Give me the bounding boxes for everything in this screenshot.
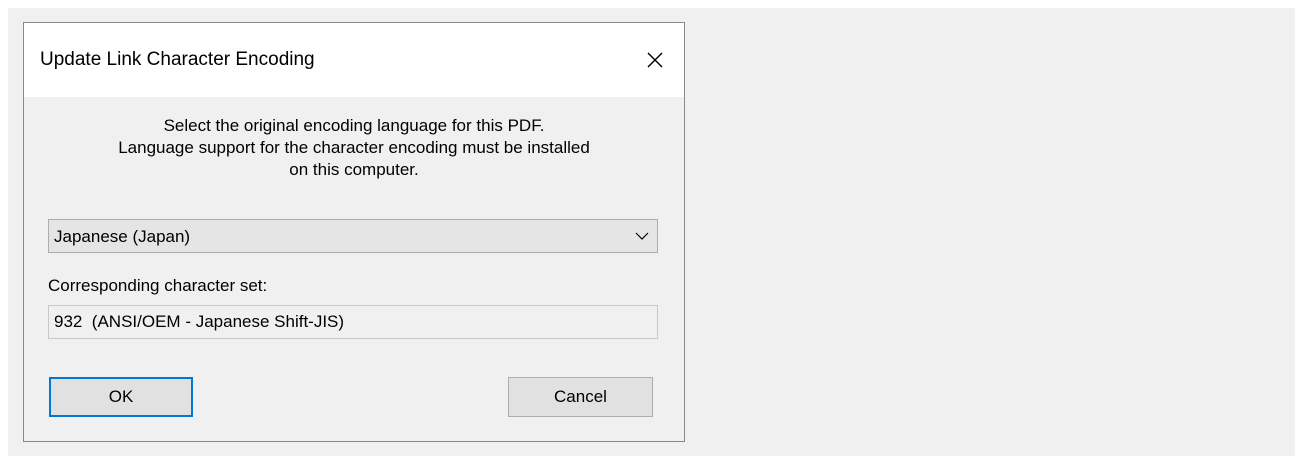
instruction-line: Language support for the character encod… (118, 138, 590, 157)
close-icon (647, 52, 663, 68)
instruction-line: on this computer. (289, 160, 419, 179)
title-bar[interactable]: Update Link Character Encoding (24, 23, 684, 97)
cancel-button[interactable]: Cancel (508, 377, 653, 417)
charset-value: 932 (ANSI/OEM - Japanese Shift-JIS) (54, 312, 345, 331)
instruction-line: Select the original encoding language fo… (163, 116, 545, 135)
charset-label: Corresponding character set: (48, 276, 268, 295)
language-select-value: Japanese (Japan) (54, 227, 191, 246)
dialog-body: Select the original encoding language fo… (24, 97, 684, 441)
dialog-title: Update Link Character Encoding (40, 49, 315, 70)
chevron-down-icon (635, 232, 649, 240)
charset-field[interactable]: 932 (ANSI/OEM - Japanese Shift-JIS) (48, 305, 658, 339)
ok-button[interactable]: OK (49, 377, 193, 417)
instructions-text: Select the original encoding language fo… (48, 115, 660, 181)
language-select[interactable]: Japanese (Japan) (48, 219, 658, 253)
close-button[interactable] (626, 23, 684, 97)
encoding-dialog: Update Link Character Encoding Select th… (23, 22, 685, 442)
